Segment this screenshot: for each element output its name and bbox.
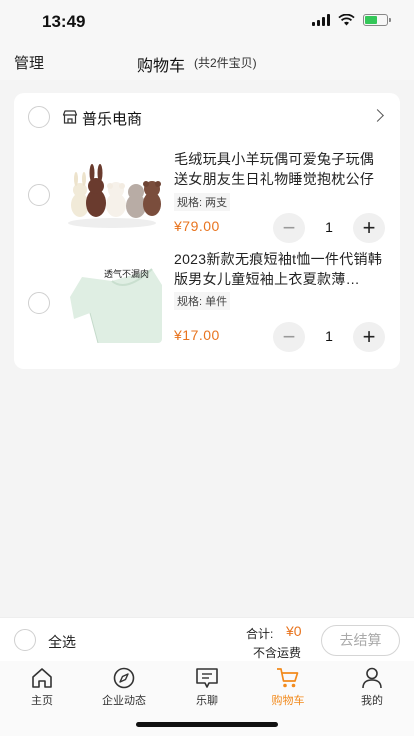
product-spec[interactable]: 规格: 两支 [174, 193, 231, 211]
product-title[interactable]: 2023新款无痕短袖t恤一件代销韩版男女儿童短袖上衣夏款薄… [174, 249, 386, 289]
select-all-radio[interactable] [14, 629, 36, 651]
select-all-label[interactable]: 全选 [48, 632, 76, 652]
tab-company-news[interactable]: 企业动态 [94, 667, 154, 708]
wifi-icon [338, 14, 355, 26]
increase-quantity-button[interactable]: + [353, 213, 385, 243]
thumb-caption: 透气不漏肉 [104, 269, 150, 279]
status-time: 13:49 [42, 12, 86, 31]
manage-button[interactable]: 管理 [14, 52, 44, 73]
product-price: ¥79.00 [174, 218, 220, 234]
shop-select-radio[interactable] [28, 106, 50, 128]
item-select-radio[interactable] [28, 292, 50, 314]
cart-item: 毛绒玩具小羊玩偶可爱兔子玩偶送女朋友生日礼物睡觉抱枕公仔 规格: 两支 ¥79.… [14, 141, 400, 251]
home-indicator [136, 722, 278, 727]
user-icon [362, 667, 382, 689]
tab-home[interactable]: 主页 [12, 667, 72, 708]
product-spec[interactable]: 规格: 单件 [174, 292, 231, 310]
shop-header[interactable]: 普乐电商 [14, 93, 400, 141]
shipping-note: 不含运费 [253, 646, 302, 660]
increase-quantity-button[interactable]: + [353, 322, 385, 352]
tab-label: 购物车 [271, 695, 305, 707]
decrease-quantity-button[interactable]: − [273, 322, 305, 352]
battery-icon [363, 14, 391, 26]
product-image-plush-toys[interactable] [62, 153, 162, 233]
tab-label: 我的 [361, 695, 383, 707]
compass-icon [113, 667, 135, 689]
total-value: ¥0 [286, 623, 302, 639]
product-title[interactable]: 毛绒玩具小羊玩偶可爱兔子玩偶送女朋友生日礼物睡觉抱枕公仔 [174, 149, 386, 189]
total-label: 合计: [246, 627, 274, 641]
store-icon [62, 110, 78, 124]
signal-icon [312, 14, 330, 26]
chat-icon [196, 668, 218, 688]
plush-toys-image [62, 153, 162, 233]
tab-label: 乐聊 [196, 695, 218, 707]
quantity-stepper: − 1 + [273, 213, 385, 243]
quantity-stepper: − 1 + [273, 322, 385, 352]
home-icon [32, 668, 52, 688]
status-icons [312, 14, 391, 26]
item-select-radio[interactable] [28, 184, 50, 206]
cart-item: 透气不漏肉 2023新款无痕短袖t恤一件代销韩版男女儿童短袖上衣夏款薄… 规格:… [14, 251, 400, 361]
cart-card: 普乐电商 毛绒玩具小羊玩偶可爱兔子玩偶送女朋友生日礼物睡觉抱枕公仔 规格: 两支… [14, 93, 400, 369]
item-count: (共2件宝贝) [194, 56, 257, 70]
product-price: ¥17.00 [174, 327, 220, 343]
tab-label: 主页 [31, 695, 53, 707]
quantity-value[interactable]: 1 [313, 328, 345, 344]
tab-profile[interactable]: 我的 [342, 667, 402, 708]
checkout-button[interactable]: 去结算 [321, 625, 400, 656]
status-bar: 13:49 [0, 0, 414, 44]
nav-bar: 管理 购物车 (共2件宝贝) [0, 44, 414, 80]
tab-cart[interactable]: 购物车 [258, 667, 318, 708]
decrease-quantity-button[interactable]: − [273, 213, 305, 243]
tab-label: 企业动态 [102, 695, 146, 707]
tab-chat[interactable]: 乐聊 [177, 667, 237, 708]
shop-name: 普乐电商 [82, 111, 143, 128]
page-title: 购物车 [137, 58, 186, 75]
checkout-bar: 全选 合计: ¥0 不含运费 去结算 [0, 617, 414, 661]
cart-icon [277, 668, 299, 688]
quantity-value[interactable]: 1 [313, 219, 345, 235]
chevron-right-icon[interactable] [371, 109, 384, 122]
product-image-tshirt[interactable]: 透气不漏肉 [62, 263, 162, 343]
